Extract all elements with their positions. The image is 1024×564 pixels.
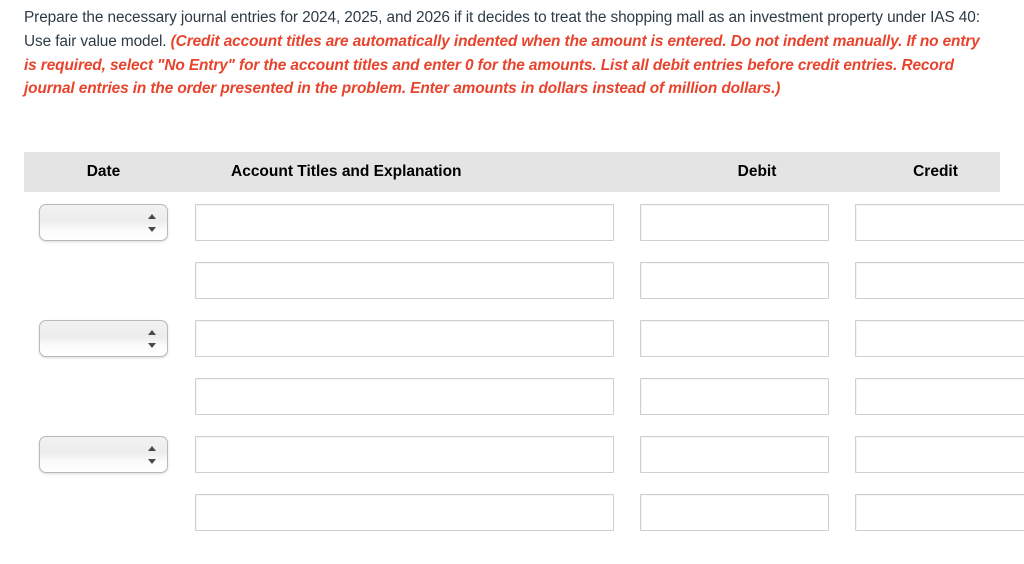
credit-amount-input-3[interactable] [855, 320, 1024, 357]
column-header-credit: Credit [913, 163, 958, 180]
credit-cell [855, 320, 1024, 357]
table-header-row: Date Account Titles and Explanation Debi… [24, 152, 1000, 192]
column-header-date: Date [86, 163, 121, 180]
account-cell [195, 494, 614, 531]
account-title-input-5[interactable] [195, 436, 614, 473]
credit-amount-input-4[interactable] [855, 378, 1024, 415]
date-cell [39, 320, 168, 357]
account-cell [195, 320, 614, 357]
date-cell [39, 436, 168, 473]
journal-rows [24, 204, 1024, 552]
date-select-wrapper [39, 436, 168, 473]
account-cell [195, 204, 614, 241]
debit-cell [640, 320, 829, 357]
debit-cell [640, 436, 829, 473]
date-cell [39, 204, 168, 241]
table-row [24, 320, 1024, 378]
debit-cell [640, 378, 829, 415]
debit-amount-input-3[interactable] [640, 320, 829, 357]
credit-cell [855, 262, 1024, 299]
debit-amount-input-4[interactable] [640, 378, 829, 415]
account-cell [195, 262, 614, 299]
date-select-3[interactable] [39, 320, 168, 357]
date-select-5[interactable] [39, 436, 168, 473]
table-row [24, 262, 1024, 320]
credit-cell [855, 436, 1024, 473]
question-instructions: Prepare the necessary journal entries fo… [24, 6, 996, 101]
debit-amount-input-6[interactable] [640, 494, 829, 531]
debit-cell [640, 204, 829, 241]
journal-entry-table: Date Account Titles and Explanation Debi… [24, 152, 1024, 531]
account-title-input-3[interactable] [195, 320, 614, 357]
debit-amount-input-5[interactable] [640, 436, 829, 473]
date-select-wrapper [39, 204, 168, 241]
debit-amount-input-1[interactable] [640, 204, 829, 241]
debit-cell [640, 494, 829, 531]
table-row [24, 378, 1024, 436]
credit-amount-input-1[interactable] [855, 204, 1024, 241]
credit-amount-input-2[interactable] [855, 262, 1024, 299]
account-title-input-6[interactable] [195, 494, 614, 531]
credit-cell [855, 378, 1024, 415]
credit-cell [855, 494, 1024, 531]
credit-amount-input-5[interactable] [855, 436, 1024, 473]
debit-amount-input-2[interactable] [640, 262, 829, 299]
table-row [24, 436, 1024, 494]
table-row [24, 494, 1024, 552]
column-header-debit: Debit [737, 163, 777, 180]
credit-amount-input-6[interactable] [855, 494, 1024, 531]
date-select-1[interactable] [39, 204, 168, 241]
table-row [24, 204, 1024, 262]
account-title-input-1[interactable] [195, 204, 614, 241]
date-select-wrapper [39, 320, 168, 357]
account-title-input-4[interactable] [195, 378, 614, 415]
debit-cell [640, 262, 829, 299]
account-cell [195, 378, 614, 415]
column-header-account: Account Titles and Explanation [231, 163, 462, 180]
account-title-input-2[interactable] [195, 262, 614, 299]
account-cell [195, 436, 614, 473]
credit-cell [855, 204, 1024, 241]
